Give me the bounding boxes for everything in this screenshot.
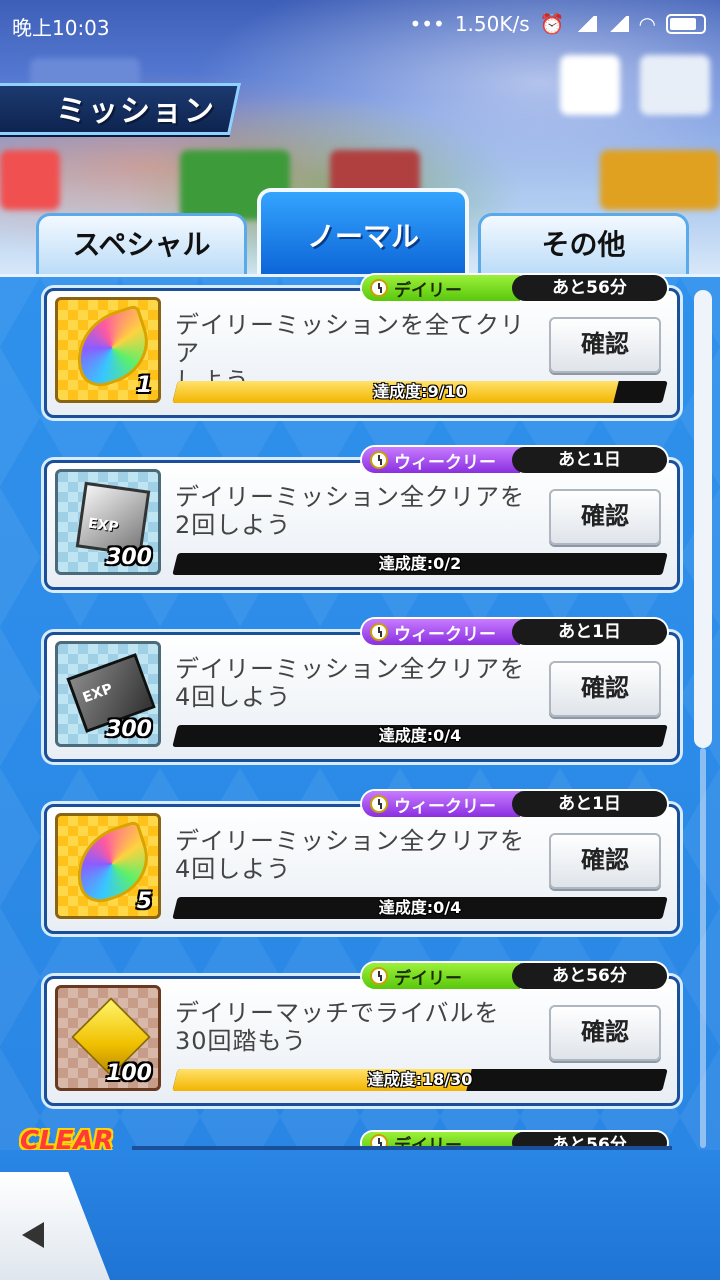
network-speed: 1.50K/s	[454, 12, 530, 36]
scrollbar-thumb[interactable]	[694, 290, 712, 748]
mission-badge: ウィークリー あと1日	[362, 447, 667, 473]
confirm-button[interactable]: 確認	[549, 489, 661, 545]
time-left: あと1日	[512, 447, 667, 473]
mission-card: ウィークリー あと1日 EXP 300 デイリーミッション全クリアを 4回しよう…	[44, 619, 680, 762]
mission-description: デイリーミッション全クリアを 4回しよう	[175, 655, 525, 711]
status-bar: 晚上10:03 ••• 1.50K/s ⏰ ◠	[0, 0, 720, 50]
reward-item: 5	[55, 813, 161, 919]
progress-label: 達成度:0/4	[378, 726, 462, 745]
reward-quantity: 100	[106, 1061, 152, 1086]
page-title: ミッション	[56, 94, 216, 129]
mission-type: デイリー	[394, 280, 462, 301]
alarm-icon: ⏰	[539, 12, 565, 36]
progress-label: 達成度:9/10	[373, 382, 467, 401]
mission-badge: デイリー あと56分	[362, 275, 667, 301]
clock-icon	[370, 795, 388, 813]
reward-quantity: 300	[106, 717, 152, 742]
mission-description: デイリーマッチでライバルを 30回踏もう	[175, 999, 500, 1055]
reward-quantity: 1	[136, 373, 152, 398]
mission-card: デイリー あと56分 1 デイリーミッションを全てクリア しよう 確認 達成度:…	[44, 275, 680, 418]
clock-icon	[370, 623, 388, 641]
clock-icon	[370, 279, 388, 297]
confirm-button[interactable]: 確認	[549, 1005, 661, 1061]
mission-card: デイリー あと56分 100 デイリーマッチでライバルを 30回踏もう 確認 達…	[44, 963, 680, 1106]
mission-card: ウィークリー あと1日 5 デイリーミッション全クリアを 4回しよう 確認 達成…	[44, 791, 680, 934]
scrollbar-track	[700, 748, 706, 1148]
tab-other[interactable]: その他	[478, 213, 689, 276]
reward-item: EXP 300	[55, 469, 161, 575]
mission-badge: デイリー あと56分	[362, 963, 667, 989]
signal-icon	[574, 16, 597, 32]
tab-special[interactable]: スペシャル	[36, 213, 247, 276]
time-left: あと56分	[512, 275, 667, 301]
mission-card: ウィークリー あと1日 EXP 300 デイリーミッション全クリアを 2回しよう…	[44, 447, 680, 590]
tab-normal[interactable]: ノーマル	[257, 188, 469, 278]
mission-type: デイリー	[394, 968, 462, 989]
progress-label: 達成度:0/2	[378, 554, 462, 573]
mission-type: ウィークリー	[394, 452, 496, 473]
battery-icon	[666, 14, 706, 34]
bottom-bar	[0, 1150, 720, 1280]
reward-item: 100	[55, 985, 161, 1091]
confirm-button[interactable]: 確認	[549, 661, 661, 717]
time-left: あと56分	[512, 963, 667, 989]
reward-quantity: 5	[136, 889, 152, 914]
wifi-icon: ◠	[638, 12, 656, 36]
confirm-button[interactable]: 確認	[549, 833, 661, 889]
clock-icon	[370, 967, 388, 985]
time-left: あと1日	[512, 791, 667, 817]
clock-icon	[370, 451, 388, 469]
time-left: あと1日	[512, 619, 667, 645]
mission-description: デイリーミッション全クリアを 2回しよう	[175, 483, 525, 539]
mission-badge: ウィークリー あと1日	[362, 619, 667, 645]
mission-badge: ウィークリー あと1日	[362, 791, 667, 817]
reward-quantity: 300	[106, 545, 152, 570]
mission-type: ウィークリー	[394, 796, 496, 817]
status-time: 晚上10:03	[12, 16, 110, 40]
reward-item: 1	[55, 297, 161, 403]
progress-label: 達成度:0/4	[378, 898, 462, 917]
dots-icon: •••	[409, 12, 445, 36]
signal-icon	[606, 16, 629, 32]
mission-type: ウィークリー	[394, 624, 496, 645]
mission-description: デイリーミッション全クリアを 4回しよう	[175, 827, 525, 883]
progress-label: 達成度:18/30	[367, 1070, 473, 1089]
confirm-button[interactable]: 確認	[549, 317, 661, 373]
back-arrow-icon	[22, 1222, 44, 1248]
reward-item: EXP 300	[55, 641, 161, 747]
